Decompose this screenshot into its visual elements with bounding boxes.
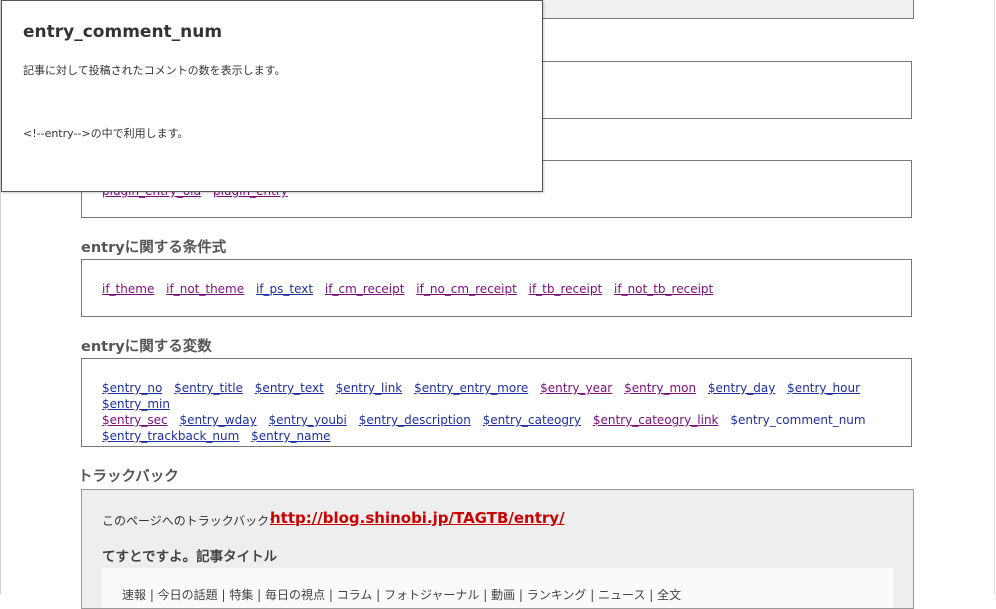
- variables-box: $entry_no $entry_title $entry_text $entr…: [81, 358, 912, 447]
- tooltip-description: 記事に対して投稿されたコメントの数を表示します。: [23, 64, 286, 77]
- var-link-entry-year[interactable]: $entry_year: [540, 381, 612, 395]
- var-link-entry-hour[interactable]: $entry_hour: [787, 381, 860, 395]
- tooltip-usage: <!--entry-->の中で利用します。: [23, 127, 189, 140]
- trackback-excerpt-box: 速報 | 今日の話題 | 特集 | 毎日の視点 | コラム | フォトジャーナル…: [102, 568, 893, 608]
- trackback-excerpt-text: 速報 | 今日の話題 | 特集 | 毎日の視点 | コラム | フォトジャーナル…: [122, 588, 682, 602]
- tooltip-popup: entry_comment_num 記事に対して投稿されたコメントの数を表示しま…: [1, 0, 543, 192]
- trackback-url-link[interactable]: http://blog.shinobi.jp/TAGTB/entry/: [270, 509, 565, 527]
- cond-link-if-not-theme[interactable]: if_not_theme: [166, 282, 244, 296]
- var-link-entry-cateogry[interactable]: $entry_cateogry: [483, 413, 581, 427]
- var-link-entry-title[interactable]: $entry_title: [174, 381, 243, 395]
- var-link-entry-link[interactable]: $entry_link: [336, 381, 403, 395]
- trackback-box: このページへのトラックバック: http://blog.shinobi.jp/T…: [81, 489, 914, 609]
- var-link-entry-description[interactable]: $entry_description: [359, 413, 471, 427]
- cond-link-if-cm-receipt[interactable]: if_cm_receipt: [325, 282, 405, 296]
- var-link-entry-trackback-num[interactable]: $entry_trackback_num: [102, 429, 239, 443]
- var-link-entry-entry-more[interactable]: $entry_entry_more: [414, 381, 528, 395]
- cond-link-if-not-tb-receipt[interactable]: if_not_tb_receipt: [614, 282, 713, 296]
- var-link-entry-text[interactable]: $entry_text: [255, 381, 324, 395]
- var-link-entry-sec[interactable]: $entry_sec: [102, 413, 168, 427]
- page-border-right: [994, 0, 995, 594]
- var-link-entry-youbi[interactable]: $entry_youbi: [269, 413, 347, 427]
- variables-title: entryに関する変数: [81, 339, 212, 355]
- var-link-entry-name[interactable]: $entry_name: [251, 429, 330, 443]
- cond-link-if-ps-text[interactable]: if_ps_text: [256, 282, 313, 296]
- var-link-entry-day[interactable]: $entry_day: [708, 381, 775, 395]
- var-entry-comment-num-hovered[interactable]: $entry_comment_num: [730, 413, 865, 427]
- cond-link-if-tb-receipt[interactable]: if_tb_receipt: [529, 282, 603, 296]
- var-link-entry-no[interactable]: $entry_no: [102, 381, 162, 395]
- tooltip-title: entry_comment_num: [23, 22, 223, 42]
- var-link-entry-min[interactable]: $entry_min: [102, 397, 170, 411]
- trackback-title: トラックバック: [78, 469, 179, 485]
- var-link-entry-mon[interactable]: $entry_mon: [624, 381, 696, 395]
- cond-link-if-theme[interactable]: if_theme: [102, 282, 154, 296]
- var-link-entry-cateogry-link[interactable]: $entry_cateogry_link: [593, 413, 719, 427]
- trackback-entry-title: てすとですよ。記事タイトル: [102, 549, 278, 565]
- conditions-title: entryに関する条件式: [81, 240, 227, 256]
- cond-link-if-no-cm-receipt[interactable]: if_no_cm_receipt: [416, 282, 516, 296]
- var-link-entry-wday[interactable]: $entry_wday: [179, 413, 256, 427]
- conditions-box: if_theme if_not_theme if_ps_text if_cm_r…: [81, 259, 912, 317]
- trackback-url-label: このページへのトラックバック:: [102, 514, 274, 528]
